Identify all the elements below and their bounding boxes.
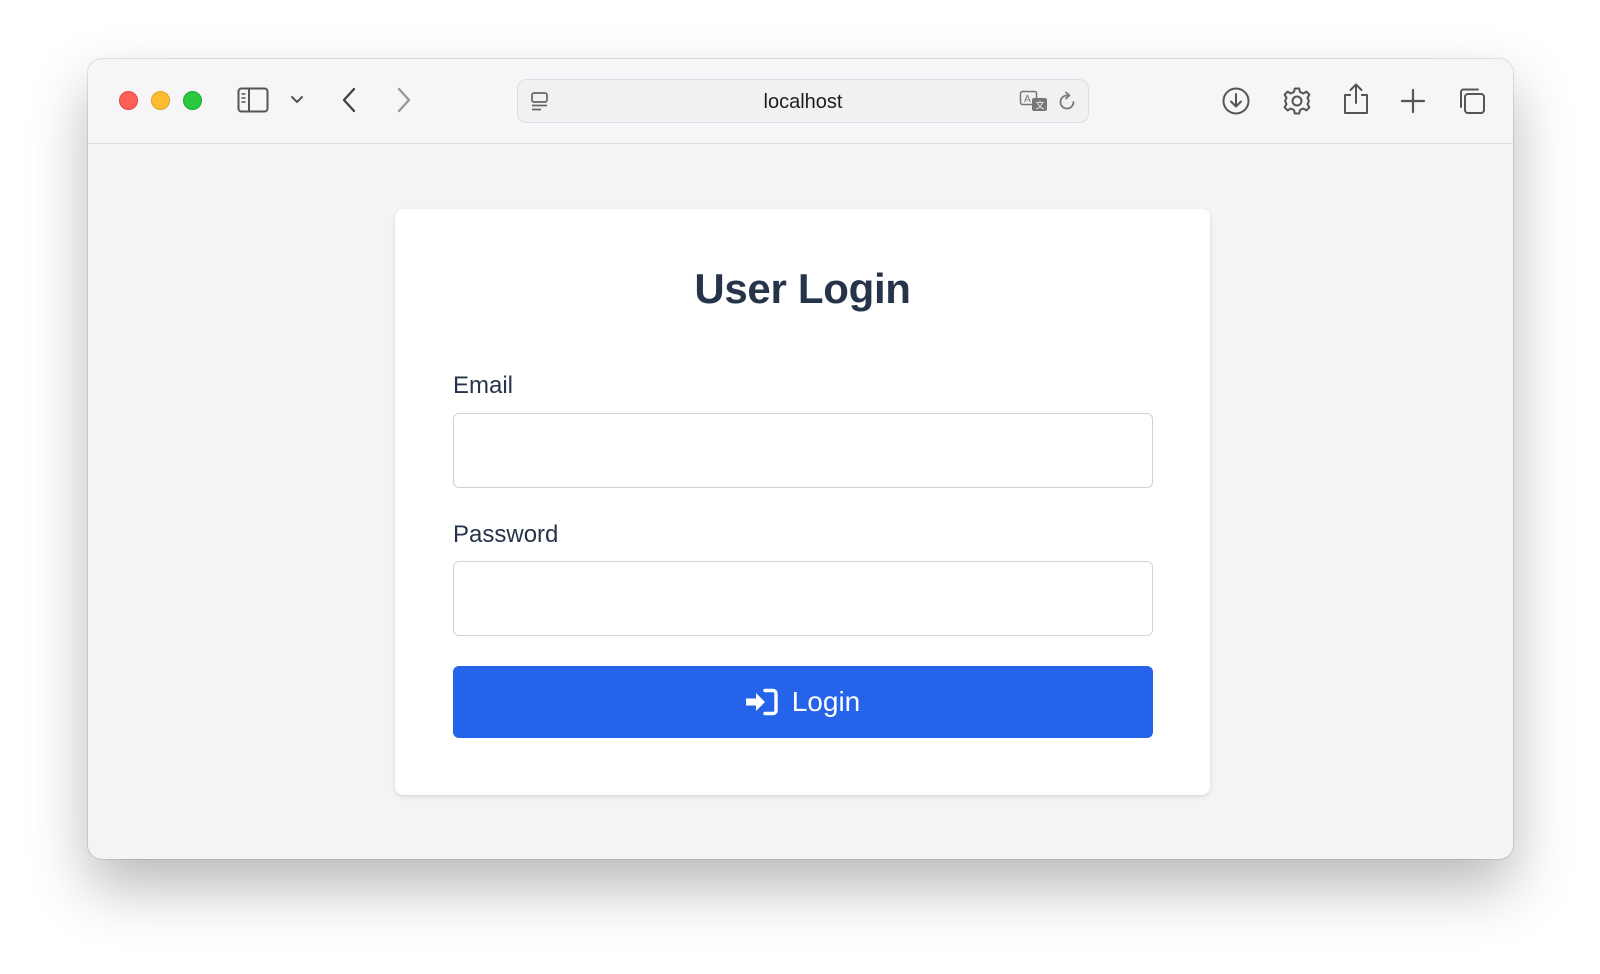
minimize-window-button[interactable] — [151, 91, 170, 110]
chevron-down-icon[interactable] — [288, 91, 306, 109]
address-bar[interactable]: localhost A 文 — [517, 79, 1089, 123]
zoom-window-button[interactable] — [183, 91, 202, 110]
translate-icon[interactable]: A 文 — [1018, 89, 1050, 115]
chevron-right-icon[interactable] — [393, 84, 415, 116]
plus-icon[interactable] — [1398, 86, 1428, 116]
login-card: User Login Email Password Login — [395, 209, 1210, 795]
browser-window: localhost A 文 User Login Email Password … — [88, 59, 1513, 859]
url-text[interactable]: localhost — [518, 80, 1088, 124]
chevron-left-icon[interactable] — [338, 84, 360, 116]
password-label: Password — [453, 521, 559, 548]
password-field[interactable] — [453, 561, 1153, 636]
email-field[interactable] — [453, 413, 1153, 488]
reload-icon[interactable] — [1055, 90, 1079, 114]
close-window-button[interactable] — [119, 91, 138, 110]
sign-in-icon — [745, 688, 778, 716]
email-label: Email — [453, 372, 514, 399]
browser-toolbar: localhost A 文 — [88, 59, 1513, 144]
login-button-label: Login — [791, 686, 861, 717]
download-icon[interactable] — [1219, 84, 1253, 118]
page-title: User Login — [694, 265, 911, 312]
share-icon[interactable] — [1339, 81, 1373, 117]
tabs-icon[interactable] — [1455, 84, 1489, 118]
svg-text:A: A — [1024, 94, 1031, 105]
gear-icon[interactable] — [1280, 84, 1314, 118]
login-button[interactable]: Login — [453, 666, 1153, 738]
svg-text:文: 文 — [1036, 100, 1045, 112]
sidebar-icon[interactable] — [236, 85, 270, 115]
